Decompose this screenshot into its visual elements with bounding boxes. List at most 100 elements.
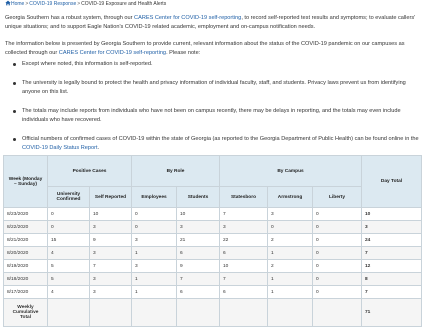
- statesboro-cell: 3: [219, 220, 268, 234]
- employees-header: Employees: [131, 186, 177, 208]
- note-item: Except where noted, this information is …: [5, 60, 425, 69]
- cares-center-link[interactable]: CARES Center for COVID-19 self-reporting: [134, 15, 241, 21]
- armstrong-cell: 2: [267, 259, 313, 273]
- armstrong-cell: 2: [267, 233, 313, 247]
- note-text: Official numbers of confirmed cases of C…: [22, 136, 419, 142]
- employees-cell: 1: [131, 285, 177, 299]
- students-cell: 9: [176, 259, 220, 273]
- by-role-header: By Role: [131, 155, 220, 187]
- armstrong-cell: 1: [267, 285, 313, 299]
- students-cell: 7: [176, 272, 220, 286]
- positive-cases-header: Positive Cases: [47, 155, 132, 187]
- breadcrumb-separator: >: [77, 1, 81, 7]
- students-cell: 6: [176, 246, 220, 260]
- day-total-cell: 7: [361, 246, 423, 260]
- university-confirmed-cell: 4: [47, 246, 90, 260]
- intro-paragraph: Georgia Southern has a robust system, th…: [5, 14, 425, 32]
- week-header: Week (Monday – Sunday): [3, 155, 48, 208]
- info-text: . Please note:: [166, 50, 201, 56]
- statesboro-cell: 22: [219, 233, 268, 247]
- liberty-header: Liberty: [311, 186, 363, 208]
- day-total-header: Day Total: [361, 155, 423, 208]
- armstrong-cell: 1: [267, 246, 313, 260]
- day-total-cell: 8: [361, 272, 423, 286]
- table-row: 8/17/2020 4 3 1 6 6 1 0 7: [3, 285, 423, 299]
- table-row: 8/23/2020 0 10 0 10 7 3 0 10: [3, 207, 423, 221]
- liberty-cell: 0: [311, 207, 363, 221]
- note-item: The university is legally bound to prote…: [5, 79, 425, 97]
- breadcrumb-home-link[interactable]: Home: [11, 1, 24, 7]
- date-cell: 8/17/2020: [3, 285, 48, 299]
- self-reported-cell: 7: [89, 259, 132, 273]
- self-reported-cell: 3: [89, 220, 132, 234]
- employees-cell: 3: [131, 259, 177, 273]
- university-confirmed-cell: 5: [47, 259, 90, 273]
- liberty-cell: 0: [311, 233, 363, 247]
- table-row: 8/21/2020 15 9 3 21 22 2 0 24: [3, 233, 423, 247]
- empty-cell: [47, 298, 90, 327]
- cases-table: Week (Monday – Sunday) Positive Cases By…: [3, 155, 423, 327]
- day-total-cell: 3: [361, 220, 423, 234]
- statesboro-cell: 7: [219, 272, 268, 286]
- day-total-cell: 12: [361, 259, 423, 273]
- table-row: 8/22/2020 0 3 0 3 3 0 0 3: [3, 220, 423, 234]
- students-cell: 6: [176, 285, 220, 299]
- empty-cell: [267, 298, 313, 327]
- table-row: 8/18/2020 5 3 1 7 7 1 0 8: [3, 272, 423, 286]
- info-paragraph: The information below is presented by Ge…: [5, 40, 425, 58]
- breadcrumb-separator: >: [25, 1, 29, 7]
- daily-status-report-link[interactable]: COVID-19 Daily Status Report: [22, 145, 98, 151]
- university-confirmed-cell: 5: [47, 272, 90, 286]
- university-confirmed-header: University Confirmed: [47, 186, 90, 208]
- liberty-cell: 0: [311, 259, 363, 273]
- armstrong-cell: 1: [267, 272, 313, 286]
- self-reported-cell: 10: [89, 207, 132, 221]
- weekly-total-row: Weekly Cumulative Total 71: [3, 298, 423, 327]
- statesboro-cell: 6: [219, 285, 268, 299]
- armstrong-header: Armstrong: [267, 186, 313, 208]
- breadcrumb-covid-response-link[interactable]: COVID-19 Response: [29, 1, 76, 7]
- university-confirmed-cell: 15: [47, 233, 90, 247]
- breadcrumb: Home>COVID-19 Response>COVID-19 Exposure…: [5, 0, 166, 8]
- empty-cell: [131, 298, 177, 327]
- employees-cell: 3: [131, 233, 177, 247]
- weekly-total-label: Weekly Cumulative Total: [3, 298, 48, 327]
- day-total-cell: 10: [361, 207, 423, 221]
- students-cell: 21: [176, 233, 220, 247]
- university-confirmed-cell: 4: [47, 285, 90, 299]
- date-cell: 8/19/2020: [3, 259, 48, 273]
- notes-list: Except where noted, this information is …: [5, 60, 425, 153]
- liberty-cell: 0: [311, 285, 363, 299]
- liberty-cell: 0: [311, 272, 363, 286]
- cares-center-link-2[interactable]: CARES Center for COVID-19 self-reporting: [59, 50, 166, 56]
- employees-cell: 1: [131, 272, 177, 286]
- note-item: The totals may include reports from indi…: [5, 107, 425, 125]
- employees-cell: 0: [131, 220, 177, 234]
- statesboro-cell: 6: [219, 246, 268, 260]
- university-confirmed-cell: 0: [47, 207, 90, 221]
- self-reported-cell: 3: [89, 272, 132, 286]
- empty-cell: [311, 298, 363, 327]
- day-total-cell: 7: [361, 285, 423, 299]
- date-cell: 8/23/2020: [3, 207, 48, 221]
- breadcrumb-current: COVID-19 Exposure and Health Alerts: [81, 1, 167, 7]
- self-reported-cell: 9: [89, 233, 132, 247]
- students-cell: 3: [176, 220, 220, 234]
- employees-cell: 1: [131, 246, 177, 260]
- self-reported-cell: 3: [89, 285, 132, 299]
- date-cell: 8/22/2020: [3, 220, 48, 234]
- date-cell: 8/18/2020: [3, 272, 48, 286]
- liberty-cell: 0: [311, 220, 363, 234]
- note-text: .: [97, 145, 100, 151]
- liberty-cell: 0: [311, 246, 363, 260]
- statesboro-cell: 7: [219, 207, 268, 221]
- table-row: 8/20/2020 4 3 1 6 6 1 0 7: [3, 246, 423, 260]
- date-cell: 8/21/2020: [3, 233, 48, 247]
- weekly-total-value: 71: [361, 298, 423, 327]
- students-cell: 10: [176, 207, 220, 221]
- armstrong-cell: 3: [267, 207, 313, 221]
- statesboro-header: Statesboro: [219, 186, 268, 208]
- empty-cell: [89, 298, 132, 327]
- by-campus-header: By Campus: [218, 155, 363, 187]
- table-row: 8/19/2020 5 7 3 9 10 2 0 12: [3, 259, 423, 273]
